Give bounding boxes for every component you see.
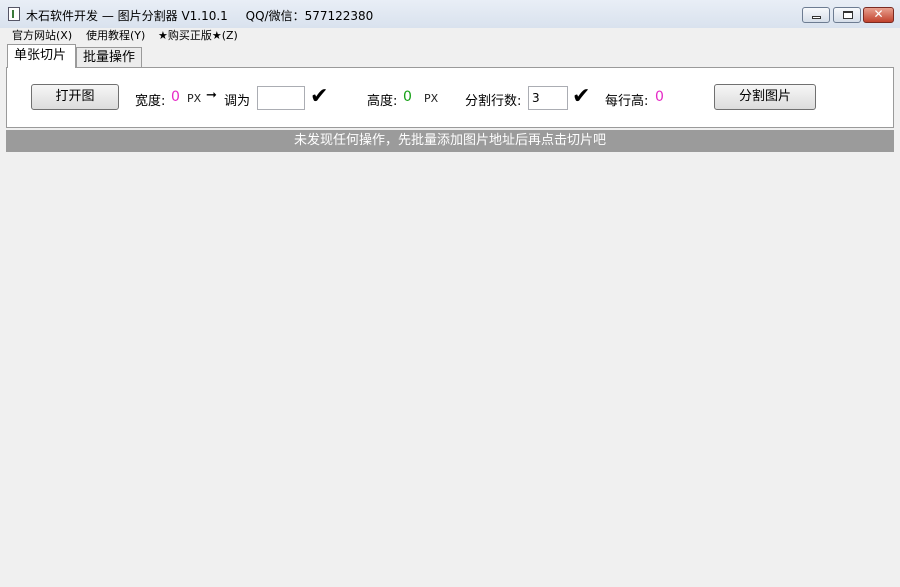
height-value: 0: [403, 89, 412, 105]
confirm-rows-check-icon[interactable]: ✔: [572, 86, 590, 108]
status-message: 未发现任何操作，先批量添加图片地址后再点击切片吧: [6, 130, 894, 152]
row-height-value: 0: [655, 89, 664, 105]
rows-label: 分割行数:: [465, 94, 522, 109]
open-image-button[interactable]: 打开图: [31, 84, 119, 110]
adjust-label: 调为: [224, 94, 251, 109]
menu-official-site[interactable]: 官方网站(X): [12, 28, 72, 44]
window-title: 木石软件开发 — 图片分割器 V1.10.1 QQ/微信：577122380: [26, 7, 387, 24]
menu-buy[interactable]: ★购买正版★(Z): [158, 28, 238, 44]
rows-input[interactable]: [528, 86, 568, 110]
arrow-right-icon: ➞: [206, 88, 217, 103]
menu-tutorial[interactable]: 使用教程(Y): [86, 28, 145, 44]
width-value: 0: [171, 89, 180, 105]
menu-bar: 官方网站(X) 使用教程(Y) ★购买正版★(Z): [0, 28, 900, 44]
height-label: 高度:: [367, 94, 398, 109]
tab-batch[interactable]: 批量操作: [76, 47, 142, 67]
minimize-button[interactable]: [802, 7, 830, 23]
app-icon: [8, 7, 20, 21]
split-image-button[interactable]: 分割图片: [714, 84, 816, 110]
image-workspace[interactable]: [6, 152, 894, 582]
tab-single-slice[interactable]: 单张切片: [7, 44, 76, 68]
app-name: 木石软件开发 — 图片分割器 V1.10.1: [26, 9, 228, 23]
contact-info: QQ/微信：577122380: [245, 9, 374, 23]
height-unit: PX: [424, 92, 439, 105]
row-height-label: 每行高:: [605, 94, 649, 109]
width-label: 宽度:: [135, 94, 166, 109]
width-unit: PX: [187, 92, 202, 105]
tab-panel-single: 打开图 宽度: 0 PX ➞ 调为 ✔ 高度: 0 PX 分割行数: ✔ 每行高…: [6, 67, 894, 128]
close-button[interactable]: [863, 7, 894, 23]
confirm-width-check-icon[interactable]: ✔: [310, 86, 328, 108]
title-bar[interactable]: 木石软件开发 — 图片分割器 V1.10.1 QQ/微信：577122380: [0, 0, 900, 28]
app-window: 木石软件开发 — 图片分割器 V1.10.1 QQ/微信：577122380 官…: [0, 0, 900, 587]
maximize-button[interactable]: [833, 7, 861, 23]
adjust-width-input[interactable]: [257, 86, 305, 110]
